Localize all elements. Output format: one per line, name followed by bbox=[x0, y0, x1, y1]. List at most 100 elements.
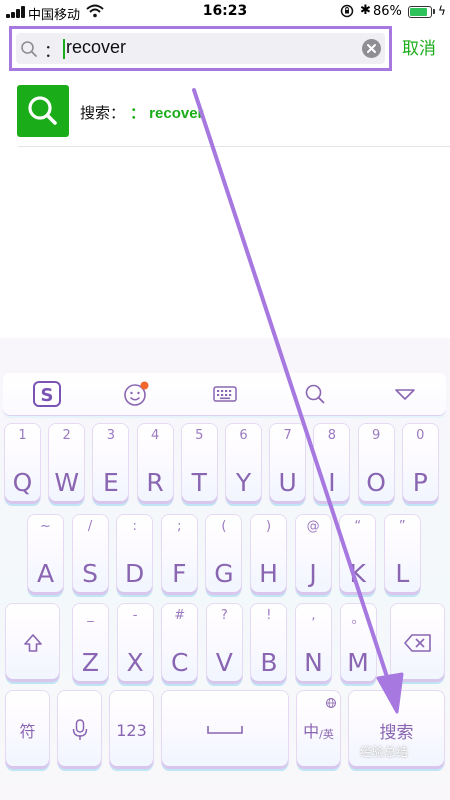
suggestion-label: 搜索： bbox=[80, 104, 126, 122]
key-b[interactable]: ! B bbox=[251, 604, 287, 684]
language-key-sub: /英 bbox=[319, 728, 334, 741]
key-y[interactable]: 6Y bbox=[226, 424, 261, 504]
key-main-label: T bbox=[191, 468, 207, 497]
key-main-label: L bbox=[395, 559, 410, 588]
search-suggestion[interactable]: 搜索： ： recover bbox=[0, 78, 450, 148]
key-h[interactable]: ) H bbox=[251, 515, 286, 595]
key-x[interactable]: -X bbox=[117, 604, 153, 684]
key-main-label: I bbox=[328, 468, 336, 497]
symbol-key-label: 符 bbox=[19, 722, 36, 741]
battery-percent: 86% bbox=[373, 4, 402, 19]
key-main-label: C bbox=[170, 648, 189, 677]
search-box-highlight: ： recover bbox=[9, 26, 392, 71]
svg-text:S: S bbox=[41, 385, 54, 406]
key-sub-label: “ bbox=[354, 519, 362, 534]
key-t[interactable]: 5T bbox=[181, 424, 217, 504]
key-main-label: Z bbox=[81, 648, 100, 677]
key-sub-label: 4 bbox=[150, 428, 160, 443]
sogou-logo-icon[interactable]: S bbox=[32, 379, 62, 409]
number-key[interactable]: 123 bbox=[110, 691, 153, 769]
key-sub-label: ) bbox=[265, 519, 272, 534]
battery-cap bbox=[433, 9, 435, 14]
key-sub-label: ~ bbox=[40, 519, 51, 534]
keyboard-toolbar: S bbox=[3, 373, 446, 415]
key-main-label: Q bbox=[12, 468, 33, 497]
emoji-icon[interactable] bbox=[121, 379, 151, 409]
voice-key[interactable] bbox=[58, 691, 101, 769]
key-main-label: W bbox=[54, 468, 80, 497]
symbol-key[interactable]: 符 bbox=[6, 691, 49, 769]
key-g[interactable]: (G bbox=[206, 515, 242, 595]
key-sub-label: ( bbox=[221, 519, 227, 534]
suggestion-query: ： recover bbox=[130, 105, 204, 122]
cancel-button[interactable]: 取消 bbox=[402, 34, 436, 59]
key-sub-label: : bbox=[132, 519, 137, 534]
key-sub-label: - bbox=[132, 608, 138, 623]
key-sub-label: 8 bbox=[327, 428, 337, 443]
key-v[interactable]: ? V bbox=[206, 604, 242, 684]
search-icon bbox=[21, 41, 37, 57]
space-key[interactable] bbox=[162, 691, 288, 769]
key-main-label: V bbox=[215, 648, 233, 677]
key-r[interactable]: 4R bbox=[137, 424, 173, 504]
key-w[interactable]: 2W bbox=[49, 424, 85, 504]
keyboard: S 1 Q 2 W 3 E 4 R 5 T 6 Y 7 U 8 I 9 O 0 … bbox=[0, 338, 450, 800]
backspace-key[interactable] bbox=[391, 604, 444, 682]
key-sub-label: # bbox=[174, 608, 186, 623]
key-main-label: B bbox=[260, 648, 278, 677]
shift-key[interactable] bbox=[6, 604, 59, 682]
battery-fill bbox=[410, 8, 427, 16]
space-icon bbox=[207, 726, 243, 734]
microphone-icon bbox=[72, 719, 87, 740]
key-sub-label: _ bbox=[87, 608, 94, 623]
key-sub-label: 。 bbox=[351, 612, 365, 627]
key-sub-label: 9 bbox=[371, 428, 381, 443]
search-icon[interactable] bbox=[300, 379, 330, 409]
key-main-label: N bbox=[304, 648, 323, 677]
key-sub-label: ! bbox=[266, 608, 272, 623]
key-main-label: R bbox=[146, 468, 164, 497]
key-sub-label: 7 bbox=[283, 428, 292, 443]
key-s[interactable]: / S bbox=[72, 515, 108, 595]
charging-icon: ϟ bbox=[438, 4, 446, 18]
key-sub-label: 2 bbox=[62, 428, 71, 443]
key-z[interactable]: _ Z bbox=[73, 604, 108, 684]
key-j[interactable]: @ J bbox=[295, 515, 331, 595]
key-q[interactable]: 1Q bbox=[5, 424, 40, 504]
number-key-label: 123 bbox=[116, 720, 147, 740]
key-main-label: K bbox=[349, 559, 366, 588]
key-main-label: G bbox=[214, 559, 234, 588]
key-f[interactable]: ; F bbox=[161, 515, 197, 595]
collapse-triangle-icon[interactable] bbox=[390, 379, 420, 409]
key-u[interactable]: 7U bbox=[270, 424, 306, 504]
key-sub-label: 3 bbox=[106, 428, 116, 443]
search-input[interactable]: ： recover bbox=[16, 33, 385, 64]
key-a[interactable]: ~ A bbox=[28, 515, 63, 595]
key-i[interactable]: 8I bbox=[314, 424, 350, 504]
key-sub-label: @ bbox=[306, 519, 320, 534]
key-e[interactable]: 3E bbox=[93, 424, 129, 504]
rotation-lock-icon bbox=[340, 4, 354, 18]
search-suggestion-icon bbox=[17, 85, 69, 137]
keyboard-icon[interactable] bbox=[210, 379, 240, 409]
key-l[interactable]: ” L bbox=[384, 515, 420, 595]
backspace-icon bbox=[403, 634, 431, 652]
key-p[interactable]: 0P bbox=[402, 424, 438, 504]
key-main-label: A bbox=[36, 559, 55, 588]
key-k[interactable]: “K bbox=[340, 515, 376, 595]
clear-icon[interactable] bbox=[362, 39, 381, 58]
key-d[interactable]: :D bbox=[117, 515, 153, 595]
key-main-label: S bbox=[82, 559, 99, 588]
language-switch-key[interactable]: 中/英 bbox=[297, 691, 340, 769]
key-sub-label: ” bbox=[398, 519, 406, 534]
key-m[interactable]: 。 M bbox=[340, 604, 376, 684]
key-o[interactable]: 9O bbox=[358, 424, 394, 504]
key-n[interactable]: ,N bbox=[296, 604, 331, 684]
key-main-label: O bbox=[366, 468, 386, 497]
key-sub-label: / bbox=[87, 519, 93, 534]
key-main-label: D bbox=[125, 559, 145, 588]
key-main-label: E bbox=[102, 468, 119, 497]
key-main-label: F bbox=[172, 559, 187, 588]
key-c[interactable]: # C bbox=[162, 604, 198, 684]
key-sub-label: 5 bbox=[195, 428, 204, 443]
